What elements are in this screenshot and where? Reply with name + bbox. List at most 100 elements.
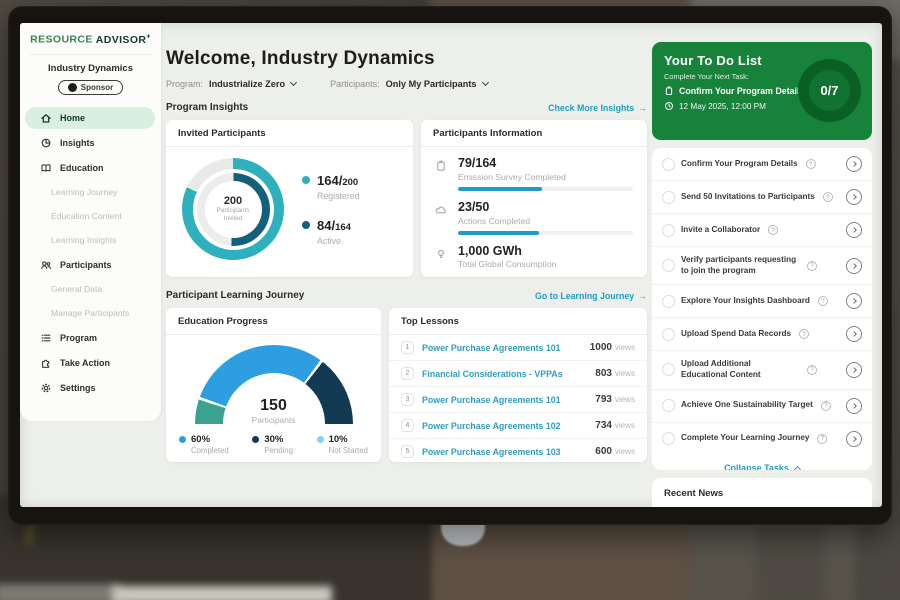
divider xyxy=(30,54,151,55)
sidebar-item-learning-journey[interactable]: Learning Journey xyxy=(25,182,155,202)
task-row: Achieve One Sustainability Target ? xyxy=(652,390,872,423)
collapse-tasks-link[interactable]: Collapse Tasks xyxy=(652,455,872,470)
sidebar: RESOURCE ADVISOR+ Industry Dynamics Spon… xyxy=(20,23,161,421)
invited-participants-card: Invited Participants 200 Participants In… xyxy=(166,120,413,277)
task-open-button[interactable] xyxy=(846,222,862,238)
chevron-right-icon xyxy=(851,194,857,200)
task-open-button[interactable] xyxy=(846,362,862,378)
task-checkbox[interactable] xyxy=(662,191,675,204)
sidebar-menu: Home Insights Education Learning Journey… xyxy=(20,107,161,402)
progress-track xyxy=(458,231,633,235)
task-open-button[interactable] xyxy=(846,156,862,172)
task-checkbox[interactable] xyxy=(662,363,675,376)
sidebar-item-general-data[interactable]: General Data xyxy=(25,279,155,299)
recent-news-title: Recent News xyxy=(664,488,860,499)
sidebar-item-manage-participants[interactable]: Manage Participants xyxy=(25,303,155,323)
logo-primary: RESOURCE xyxy=(30,34,93,46)
filter-bar: Program: Industrialize Zero Participants… xyxy=(166,79,647,89)
take-action-icon xyxy=(40,357,52,369)
program-dropdown[interactable]: Program: Industrialize Zero xyxy=(166,79,296,89)
stat-global-consumption: 1,000 GWh Total Global Consumption xyxy=(435,245,633,270)
legend-pending: 30%Pending xyxy=(252,434,293,455)
lesson-link[interactable]: Power Purchase Agreements 101 xyxy=(422,343,590,353)
lesson-link[interactable]: Financial Considerations - VPPAs xyxy=(422,369,595,379)
sidebar-item-take-action[interactable]: Take Action xyxy=(25,352,155,374)
task-checkbox[interactable] xyxy=(662,295,675,308)
task-open-button[interactable] xyxy=(846,431,862,447)
org-name: Industry Dynamics xyxy=(20,63,161,74)
info-icon[interactable]: ? xyxy=(799,329,809,339)
lesson-row: 2 Financial Considerations - VPPAs 803 v… xyxy=(389,361,647,387)
info-icon[interactable]: ? xyxy=(806,159,816,169)
info-icon[interactable]: ? xyxy=(807,365,817,375)
sidebar-item-participants[interactable]: Participants xyxy=(25,254,155,276)
info-icon[interactable]: ? xyxy=(807,261,817,271)
chevron-down-icon xyxy=(290,79,297,86)
sidebar-item-home[interactable]: Home xyxy=(25,107,155,129)
task-checkbox[interactable] xyxy=(662,328,675,341)
stat-emission-survey: 79/164 Emission Survey Completed xyxy=(435,157,633,191)
lesson-link[interactable]: Power Purchase Agreements 103 xyxy=(422,447,595,457)
task-row: Upload Spend Data Records ? xyxy=(652,318,872,351)
task-checkbox[interactable] xyxy=(662,224,675,237)
legend-dot xyxy=(302,221,310,229)
chevron-right-icon xyxy=(851,367,857,373)
lesson-link[interactable]: Power Purchase Agreements 101 xyxy=(422,395,595,405)
sidebar-item-education-content[interactable]: Education Content xyxy=(25,206,155,226)
lesson-link[interactable]: Power Purchase Agreements 102 xyxy=(422,421,595,431)
todo-panel: Your To Do List Complete Your Next Task:… xyxy=(652,23,872,507)
task-open-button[interactable] xyxy=(846,398,862,414)
gauge-center-value: 150 xyxy=(195,397,353,415)
clock-icon xyxy=(664,101,674,111)
sidebar-item-insights[interactable]: Insights xyxy=(25,132,155,154)
sponsor-badge: Sponsor xyxy=(58,80,123,95)
legend-dot xyxy=(179,436,186,443)
task-checkbox[interactable] xyxy=(662,432,675,445)
section-title-learning-journey: Participant Learning Journey xyxy=(166,290,304,301)
card-title: Invited Participants xyxy=(166,120,413,147)
page-title: Welcome, Industry Dynamics xyxy=(166,48,647,70)
card-title: Top Lessons xyxy=(389,308,647,335)
logo-secondary: ADVISOR+ xyxy=(96,34,151,46)
monitor-bezel: RESOURCE ADVISOR+ Industry Dynamics Spon… xyxy=(8,6,892,525)
todo-summary-card: Your To Do List Complete Your Next Task:… xyxy=(652,42,872,140)
legend-registered: 164/200 Registered xyxy=(302,172,360,201)
sidebar-item-settings[interactable]: Settings xyxy=(25,377,155,399)
info-icon[interactable]: ? xyxy=(823,192,833,202)
app-logo: RESOURCE ADVISOR+ xyxy=(20,23,161,46)
actions-cloud-icon xyxy=(435,204,451,226)
donut-center-value: 200 xyxy=(224,195,242,207)
check-more-insights-link[interactable]: Check More Insights → xyxy=(548,103,647,113)
task-open-button[interactable] xyxy=(846,326,862,342)
info-icon[interactable]: ? xyxy=(768,225,778,235)
lesson-row: 4 Power Purchase Agreements 102 734 view… xyxy=(389,413,647,439)
legend-dot xyxy=(252,436,259,443)
desk-edge-light xyxy=(112,586,332,600)
chevron-up-icon xyxy=(794,466,801,470)
task-checkbox[interactable] xyxy=(662,399,675,412)
lesson-rank: 3 xyxy=(401,393,414,406)
task-row: Upload Additional Educational Content ? xyxy=(652,351,872,389)
stat-actions-completed: 23/50 Actions Completed xyxy=(435,201,633,235)
sidebar-item-education[interactable]: Education xyxy=(25,157,155,179)
sidebar-item-program[interactable]: Program xyxy=(25,327,155,349)
task-row: Complete Your Learning Journey ? xyxy=(652,423,872,455)
info-icon[interactable]: ? xyxy=(821,401,831,411)
chevron-right-icon xyxy=(851,161,857,167)
lesson-rank: 1 xyxy=(401,341,414,354)
task-open-button[interactable] xyxy=(846,189,862,205)
task-checkbox[interactable] xyxy=(662,158,675,171)
info-icon[interactable]: ? xyxy=(818,296,828,306)
arrow-right-icon: → xyxy=(638,103,647,113)
sidebar-item-learning-insights[interactable]: Learning Insights xyxy=(25,230,155,250)
go-to-learning-journey-link[interactable]: Go to Learning Journey → xyxy=(535,291,647,301)
participants-dropdown[interactable]: Participants: Only My Participants xyxy=(330,79,487,89)
lesson-row: 5 Power Purchase Agreements 103 600 view… xyxy=(389,439,647,462)
gauge-legend: 60%Completed 30%Pending 10%Not Started xyxy=(166,434,381,455)
program-icon xyxy=(40,332,52,344)
task-checkbox[interactable] xyxy=(662,259,675,272)
task-open-button[interactable] xyxy=(846,258,862,274)
info-icon[interactable]: ? xyxy=(817,434,827,444)
chevron-right-icon xyxy=(851,263,857,269)
task-open-button[interactable] xyxy=(846,293,862,309)
